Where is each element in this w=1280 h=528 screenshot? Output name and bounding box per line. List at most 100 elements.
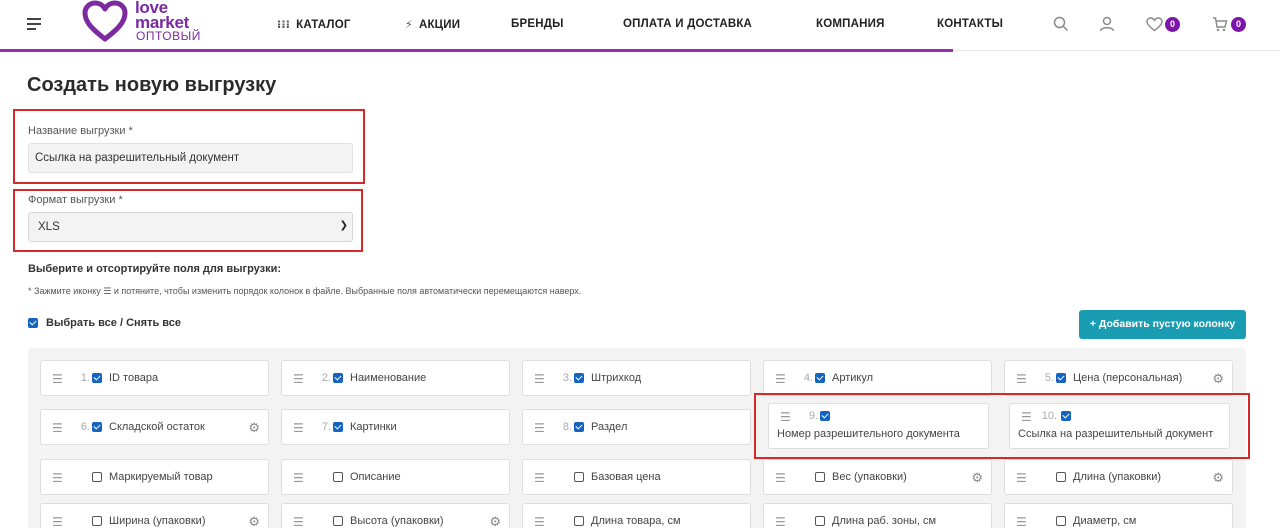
field-label: Длина раб. зоны, см: [832, 515, 937, 527]
nav-label: КАТАЛОГ: [296, 19, 351, 31]
field-card[interactable]: ☰ 6. Складской остаток ⚙: [40, 409, 269, 445]
field-checkbox[interactable]: [333, 472, 343, 482]
nav-catalog[interactable]: ⁝⁝⁝ КАТАЛОГ: [277, 18, 351, 31]
drag-handle-icon[interactable]: ☰: [293, 421, 304, 435]
field-card[interactable]: ☰ 4. Артикул: [763, 360, 992, 396]
field-checkbox[interactable]: [92, 422, 102, 432]
field-label: Складской остаток: [109, 421, 205, 433]
nav-contacts[interactable]: КОНТАКТЫ: [937, 18, 1003, 30]
gear-icon[interactable]: ⚙: [971, 470, 983, 486]
drag-handle-icon[interactable]: ☰: [52, 421, 63, 435]
drag-hint-text: * Зажмите иконку ☰ и потяните, чтобы изм…: [28, 286, 582, 296]
drag-handle-icon[interactable]: ☰: [52, 471, 63, 485]
drag-handle-icon[interactable]: ☰: [775, 515, 786, 528]
field-card[interactable]: ☰ 3. Штрихкод: [522, 360, 751, 396]
field-checkbox[interactable]: [815, 373, 825, 383]
nav-company[interactable]: КОМПАНИЯ: [816, 18, 885, 30]
cart-count-badge: 0: [1231, 17, 1246, 32]
field-card[interactable]: ☰ 5. Цена (персональная) ⚙: [1004, 360, 1233, 396]
drag-handle-icon[interactable]: ☰: [775, 471, 786, 485]
field-checkbox[interactable]: [815, 472, 825, 482]
field-card[interactable]: ☰ 8. Раздел: [522, 409, 751, 445]
field-order-number: 4.: [803, 372, 813, 384]
wishlist-count-badge: 0: [1165, 17, 1180, 32]
field-card[interactable]: ☰ Вес (упаковки) ⚙: [763, 459, 992, 495]
field-checkbox[interactable]: [1056, 516, 1066, 526]
logo-line-2: market: [135, 13, 189, 32]
gear-icon[interactable]: ⚙: [489, 514, 501, 528]
field-checkbox[interactable]: [574, 422, 584, 432]
drag-handle-icon[interactable]: ☰: [1016, 372, 1027, 386]
field-label: Диаметр, см: [1073, 515, 1137, 527]
heart-icon[interactable]: [1146, 17, 1163, 32]
gear-icon[interactable]: ⚙: [1212, 371, 1224, 387]
field-card[interactable]: ☰ Базовая цена: [522, 459, 751, 495]
gear-icon[interactable]: ⚙: [248, 514, 260, 528]
drag-handle-icon[interactable]: ☰: [534, 471, 545, 485]
header-accent-line: [0, 49, 953, 52]
drag-handle-icon[interactable]: ☰: [52, 515, 63, 528]
header-divider: [953, 50, 1280, 51]
field-checkbox[interactable]: [574, 516, 584, 526]
nav-promo[interactable]: ⚡ АКЦИИ: [405, 18, 460, 31]
field-card[interactable]: ☰ 2. Наименование: [281, 360, 510, 396]
search-icon[interactable]: [1053, 16, 1069, 32]
field-card[interactable]: ☰ Диаметр, см: [1004, 503, 1233, 528]
drag-handle-icon[interactable]: ☰: [775, 372, 786, 386]
site-header: love market ОПТОВЫЙ ⁝⁝⁝ КАТАЛОГ ⚡ АКЦИИ БР…: [0, 0, 1280, 52]
field-card[interactable]: ☰ Длина товара, см: [522, 503, 751, 528]
field-label: ID товара: [109, 372, 159, 384]
nav-payment-delivery[interactable]: ОПЛАТА И ДОСТАВКА: [623, 18, 752, 30]
select-all-checkbox[interactable]: [28, 318, 38, 328]
drag-handle-icon[interactable]: ☰: [1016, 515, 1027, 528]
export-name-input[interactable]: Ссылка на разрешительный документ: [28, 143, 353, 173]
field-checkbox[interactable]: [92, 516, 102, 526]
field-checkbox[interactable]: [815, 516, 825, 526]
drag-handle-icon[interactable]: ☰: [534, 515, 545, 528]
field-label: Описание: [350, 471, 401, 483]
menu-icon[interactable]: [27, 18, 41, 30]
field-card[interactable]: ☰ Высота (упаковки) ⚙: [281, 503, 510, 528]
field-label: Наименование: [350, 372, 427, 384]
field-label: Маркируемый товар: [109, 471, 213, 483]
drag-handle-icon[interactable]: ☰: [52, 372, 63, 386]
drag-handle-icon[interactable]: ☰: [293, 372, 304, 386]
field-card[interactable]: ☰ Длина раб. зоны, см: [763, 503, 992, 528]
drag-handle-icon[interactable]: ☰: [293, 515, 304, 528]
field-label: Штрихкод: [591, 372, 642, 384]
field-card[interactable]: ☰ Маркируемый товар: [40, 459, 269, 495]
lightning-icon: ⚡: [405, 19, 413, 31]
gear-icon[interactable]: ⚙: [1212, 470, 1224, 486]
field-checkbox[interactable]: [1056, 472, 1066, 482]
logo[interactable]: love market ОПТОВЫЙ: [82, 0, 212, 44]
field-checkbox[interactable]: [1056, 373, 1066, 383]
drag-handle-icon[interactable]: ☰: [534, 372, 545, 386]
field-checkbox[interactable]: [333, 516, 343, 526]
field-checkbox[interactable]: [333, 422, 343, 432]
drag-handle-icon[interactable]: ☰: [1016, 471, 1027, 485]
field-card[interactable]: ☰ Длина (упаковки) ⚙: [1004, 459, 1233, 495]
export-format-select[interactable]: XLS ❯: [28, 212, 353, 242]
field-checkbox[interactable]: [92, 373, 102, 383]
field-checkbox[interactable]: [92, 472, 102, 482]
field-card[interactable]: ☰ Описание: [281, 459, 510, 495]
field-card[interactable]: ☰ Ширина (упаковки) ⚙: [40, 503, 269, 528]
cart-icon[interactable]: [1212, 17, 1228, 32]
nav-label: АКЦИИ: [418, 19, 461, 31]
field-card[interactable]: ☰ 1. ID товара: [40, 360, 269, 396]
field-checkbox[interactable]: [574, 373, 584, 383]
nav-brands[interactable]: БРЕНДЫ: [511, 18, 564, 30]
field-label: Раздел: [591, 421, 628, 433]
format-field-label: Формат выгрузки *: [28, 194, 123, 206]
drag-handle-icon[interactable]: ☰: [293, 471, 304, 485]
select-all-toggle[interactable]: Выбрать все / Снять все: [28, 317, 181, 329]
field-checkbox[interactable]: [574, 472, 584, 482]
logo-text: love market: [135, 0, 189, 32]
user-icon[interactable]: [1099, 16, 1115, 32]
field-order-number: 1.: [80, 372, 90, 384]
drag-handle-icon[interactable]: ☰: [534, 421, 545, 435]
add-empty-column-button[interactable]: + Добавить пустую колонку: [1079, 310, 1246, 339]
field-checkbox[interactable]: [333, 373, 343, 383]
field-card[interactable]: ☰ 7. Картинки: [281, 409, 510, 445]
gear-icon[interactable]: ⚙: [248, 420, 260, 436]
